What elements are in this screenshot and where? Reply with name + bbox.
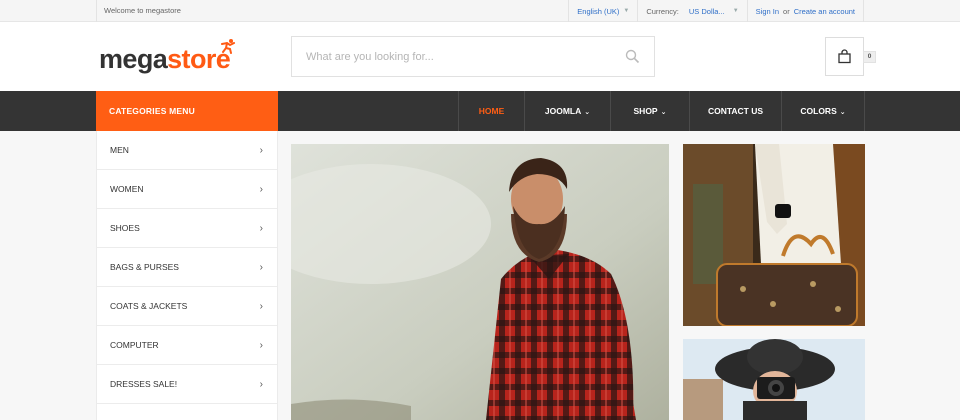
logo-figure-icon	[221, 39, 235, 54]
top-bar: Welcome to megastore English (UK) ▼ Curr…	[0, 0, 960, 22]
cart-button[interactable]	[825, 37, 864, 76]
chevron-right-icon: ›	[259, 261, 263, 273]
sidebar-item-computer[interactable]: COMPUTER ›	[97, 326, 277, 365]
nav-item-label: SHOP	[633, 106, 658, 116]
nav-item-label: JOOMLA	[544, 106, 582, 116]
hero-photo	[291, 144, 669, 420]
camera-photo	[683, 339, 865, 420]
currency-selector[interactable]: Currency: US Dolla... ▼	[637, 0, 746, 22]
chevron-down-icon: ▼	[623, 7, 630, 14]
cart-count-badge: 0	[863, 51, 876, 63]
main-nav: CATEGORIES MENU HOME JOOMLA ⌄ SHOP ⌄ CONTA…	[0, 91, 960, 131]
chevron-right-icon: ›	[259, 222, 263, 234]
categories-sidebar: MEN › WOMEN › SHOES › BAGS & PURSES › COATS …	[96, 131, 278, 420]
sidebar-item-label: COMPUTER	[110, 340, 159, 350]
sidebar-item-dresses-sale[interactable]: DRESSES SALE! ›	[97, 365, 277, 404]
sidebar-item-shoes[interactable]: SHOES ›	[97, 209, 277, 248]
chevron-down-icon: ⌄	[660, 109, 667, 116]
nav-item-joomla[interactable]: JOOMLA ⌄	[524, 91, 610, 131]
nav-item-label: HOME	[478, 106, 505, 116]
main-menu: HOME JOOMLA ⌄ SHOP ⌄ CONTACT US COLORS ⌄	[458, 91, 865, 131]
create-account-link[interactable]: Create an account	[794, 1, 855, 22]
nav-item-label: COLORS	[800, 106, 837, 116]
nav-item-contact-us[interactable]: CONTACT US	[689, 91, 781, 131]
or-text: or	[783, 6, 790, 16]
shopping-bag-icon	[838, 49, 851, 64]
chevron-down-icon: ▼	[732, 7, 739, 14]
sidebar-item-coats-jackets[interactable]: COATS & JACKETS ›	[97, 287, 277, 326]
sidebar-item-label: SHOES	[110, 223, 140, 233]
sidebar-item-women[interactable]: WOMEN ›	[97, 170, 277, 209]
promo-image-handbag[interactable]	[683, 144, 865, 326]
sidebar-item-bags-purses[interactable]: BAGS & PURSES ›	[97, 248, 277, 287]
sidebar-item-label: COATS & JACKETS	[110, 301, 188, 311]
sidebar-item-men[interactable]: MEN ›	[97, 131, 277, 170]
nav-item-home[interactable]: HOME	[458, 91, 524, 131]
sidebar-item-label: BAGS & PURSES	[110, 262, 179, 272]
chevron-right-icon: ›	[259, 183, 263, 195]
sidebar-item-label: MEN	[110, 145, 129, 155]
account-links: Sign In or Create an account	[746, 0, 864, 22]
handbag-photo	[683, 144, 865, 326]
language-selector[interactable]: English (UK) ▼	[568, 0, 637, 22]
categories-menu-button[interactable]: CATEGORIES MENU	[96, 91, 278, 131]
header: megastore 0	[0, 22, 960, 91]
search-icon[interactable]	[625, 49, 640, 69]
chevron-right-icon: ›	[259, 378, 263, 390]
hero-banner-image[interactable]	[291, 144, 669, 420]
currency-label: Currency:	[646, 6, 679, 16]
chevron-right-icon: ›	[259, 300, 263, 312]
chevron-down-icon: ⌄	[839, 109, 846, 116]
sign-in-link[interactable]: Sign In	[756, 1, 779, 22]
language-value: English (UK)	[577, 6, 620, 16]
search-box	[291, 36, 655, 77]
sidebar-item-label: DRESSES SALE!	[110, 379, 178, 389]
logo-mega: mega	[99, 44, 168, 74]
sidebar-item-label: WOMEN	[110, 184, 144, 194]
chevron-right-icon: ›	[259, 144, 263, 156]
search-input[interactable]	[292, 37, 592, 76]
nav-item-shop[interactable]: SHOP ⌄	[610, 91, 689, 131]
nav-item-colors[interactable]: COLORS ⌄	[781, 91, 865, 131]
chevron-right-icon: ›	[259, 339, 263, 351]
logo[interactable]: mega store	[99, 39, 235, 74]
promo-image-camera[interactable]	[683, 339, 865, 420]
chevron-down-icon: ⌄	[584, 109, 591, 116]
nav-item-label: CONTACT US	[707, 106, 764, 116]
welcome-text: Welcome to megastore	[96, 0, 181, 22]
currency-value: US Dolla...	[688, 6, 725, 16]
